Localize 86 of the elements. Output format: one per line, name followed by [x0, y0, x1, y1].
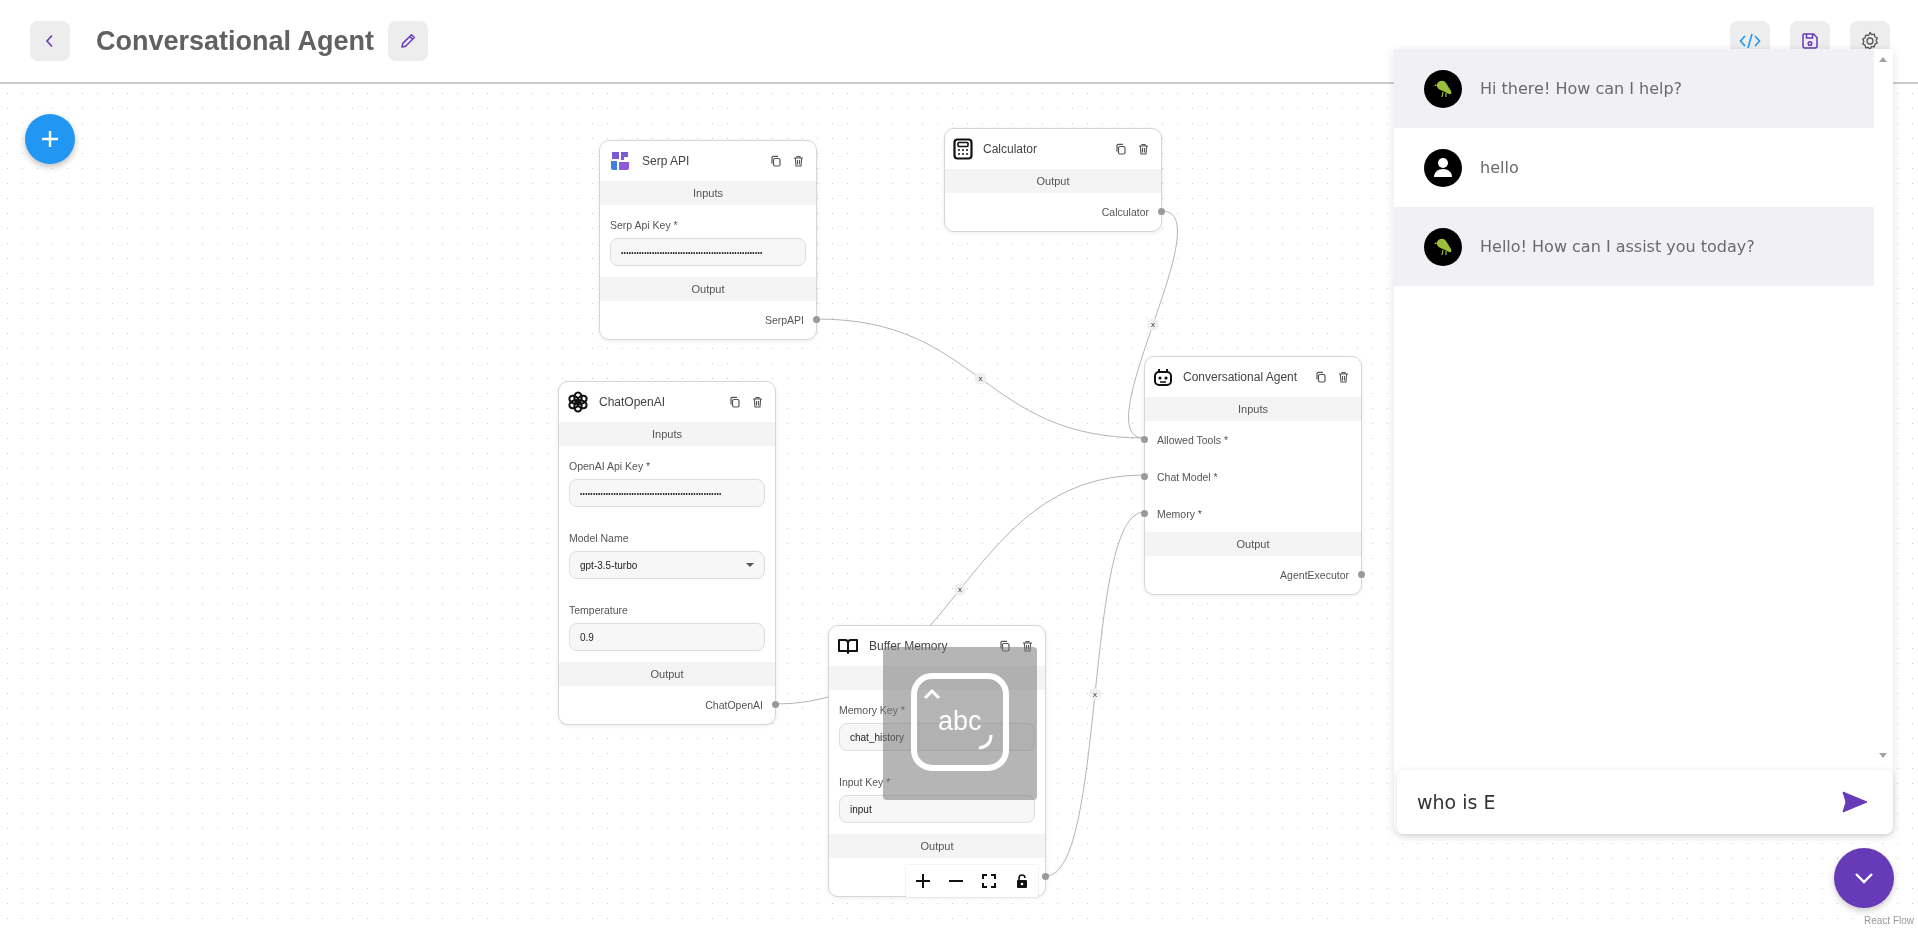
section-header: Output	[559, 662, 775, 686]
section-header: Output	[945, 169, 1161, 193]
handle-dot[interactable]	[1141, 510, 1148, 517]
message-text: Hello! How can I assist you today?	[1480, 237, 1755, 256]
field-label: Serp Api Key *	[610, 218, 679, 232]
minus-icon	[947, 880, 964, 882]
padlock-icon	[1015, 874, 1028, 888]
copy-icon[interactable]	[999, 640, 1010, 652]
section-header: Output	[829, 834, 1045, 858]
message-text: hello	[1480, 158, 1519, 177]
copy-icon[interactable]	[770, 155, 781, 167]
copy-icon[interactable]	[729, 396, 740, 408]
section-header: Output	[1145, 532, 1361, 556]
user-avatar-icon	[1424, 148, 1462, 187]
output-label: Calculator	[1101, 206, 1149, 218]
output-label: AgentExecutor	[1280, 569, 1349, 581]
robot-icon	[1153, 367, 1173, 387]
book-icon	[837, 637, 859, 655]
send-button[interactable]	[1841, 790, 1869, 814]
trash-icon[interactable]	[752, 396, 763, 408]
field-label: Temperature	[569, 603, 629, 617]
trash-icon[interactable]	[1338, 371, 1349, 383]
logo-icon	[608, 149, 632, 173]
scrollbar[interactable]	[1874, 49, 1893, 766]
node-title: Calculator	[983, 142, 1039, 156]
caret-icon	[746, 563, 754, 567]
handle-dot[interactable]	[1042, 873, 1049, 880]
input-label: Memory *	[1157, 507, 1202, 520]
edge-delete-button[interactable]: x	[954, 583, 966, 596]
handle-dot[interactable]	[772, 701, 779, 708]
copy-icon[interactable]	[1315, 371, 1326, 383]
logo-icon	[567, 391, 589, 413]
edit-button[interactable]	[388, 21, 429, 61]
copy-icon[interactable]	[1115, 143, 1126, 155]
keyboard-frame-icon	[911, 673, 1009, 771]
bird-avatar-icon	[1424, 227, 1462, 266]
handle-dot[interactable]	[1158, 208, 1165, 215]
message-input[interactable]: who is E	[1397, 770, 1893, 834]
node-title: Serp API	[642, 154, 691, 168]
input-field[interactable]: input	[839, 795, 1035, 823]
edge-delete-button[interactable]: x	[1089, 688, 1101, 700]
select-field[interactable]: gpt-3.5-turbo	[569, 551, 765, 579]
message-text: Hi there! How can I help?	[1480, 79, 1683, 98]
calculator-icon	[953, 138, 973, 160]
chevron-down-icon	[1853, 871, 1875, 885]
output-label: ChatOpenAI	[705, 699, 763, 711]
code-icon	[1739, 33, 1761, 49]
field-label: Model Name	[569, 531, 630, 545]
chevron-left-icon	[45, 34, 55, 48]
plus-icon	[40, 129, 60, 149]
flow-title: Conversational Agent	[96, 25, 375, 57]
add-node-button[interactable]	[25, 114, 75, 164]
handle-dot[interactable]	[813, 316, 820, 323]
handle-dot[interactable]	[1141, 473, 1148, 480]
fit-view-icon	[981, 874, 996, 888]
trash-icon[interactable]	[793, 155, 804, 167]
node-card[interactable]: Calculator Output Calculator	[944, 128, 1162, 232]
bird-avatar-icon	[1424, 69, 1462, 108]
input-label: Chat Model *	[1157, 470, 1218, 483]
handle-dot[interactable]	[1141, 436, 1148, 443]
node-title: ChatOpenAI	[599, 395, 667, 409]
edge-delete-button[interactable]: x	[1147, 318, 1159, 331]
section-header: Inputs	[559, 422, 775, 446]
section-header: Output	[600, 277, 816, 301]
field-label: Input Key *	[839, 775, 892, 789]
trash-icon[interactable]	[1138, 143, 1149, 155]
node-title: Conversational Agent	[1183, 370, 1299, 384]
section-header: Inputs	[600, 181, 816, 205]
collapse-chat-button[interactable]	[1834, 848, 1894, 908]
field-label: OpenAI Api Key *	[569, 459, 652, 473]
pencil-icon	[399, 32, 418, 50]
handle-dot[interactable]	[1358, 571, 1365, 578]
edge-delete-button[interactable]: x	[974, 372, 987, 385]
section-header: Inputs	[1145, 397, 1361, 421]
send-icon	[1841, 790, 1869, 814]
input-field[interactable]: 0.9	[569, 623, 765, 651]
settings-icon	[1860, 31, 1880, 51]
trash-icon[interactable]	[1022, 640, 1033, 652]
input-label: Allowed Tools *	[1157, 433, 1228, 446]
zoom-in-button[interactable]	[906, 865, 939, 897]
output-label: SerpAPI	[764, 314, 804, 326]
save-icon	[1801, 32, 1819, 50]
lock-button[interactable]	[1005, 865, 1038, 897]
node-card[interactable]: Conversational Agent Inputs Allowed Tools * Chat Model * Memory * Output AgentExecutor	[1144, 356, 1362, 595]
node-title: Buffer Memory	[869, 639, 949, 653]
plus-icon	[914, 873, 931, 889]
